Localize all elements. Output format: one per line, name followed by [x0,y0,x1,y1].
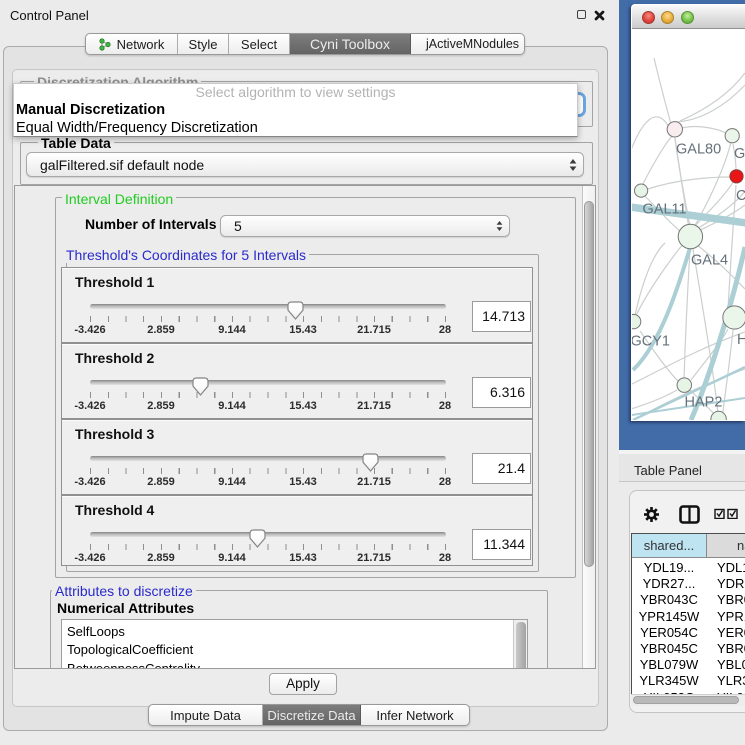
svg-text:H: H [737,332,745,348]
svg-text:HAP2: HAP2 [685,395,723,411]
svg-text:C: C [736,188,745,204]
svg-text:GAL11: GAL11 [643,202,687,218]
svg-text:GAL4: GAL4 [691,253,728,269]
svg-text:GAL80: GAL80 [676,142,721,158]
svg-text:GA: GA [734,146,745,162]
svg-text:GCY1: GCY1 [632,334,670,350]
